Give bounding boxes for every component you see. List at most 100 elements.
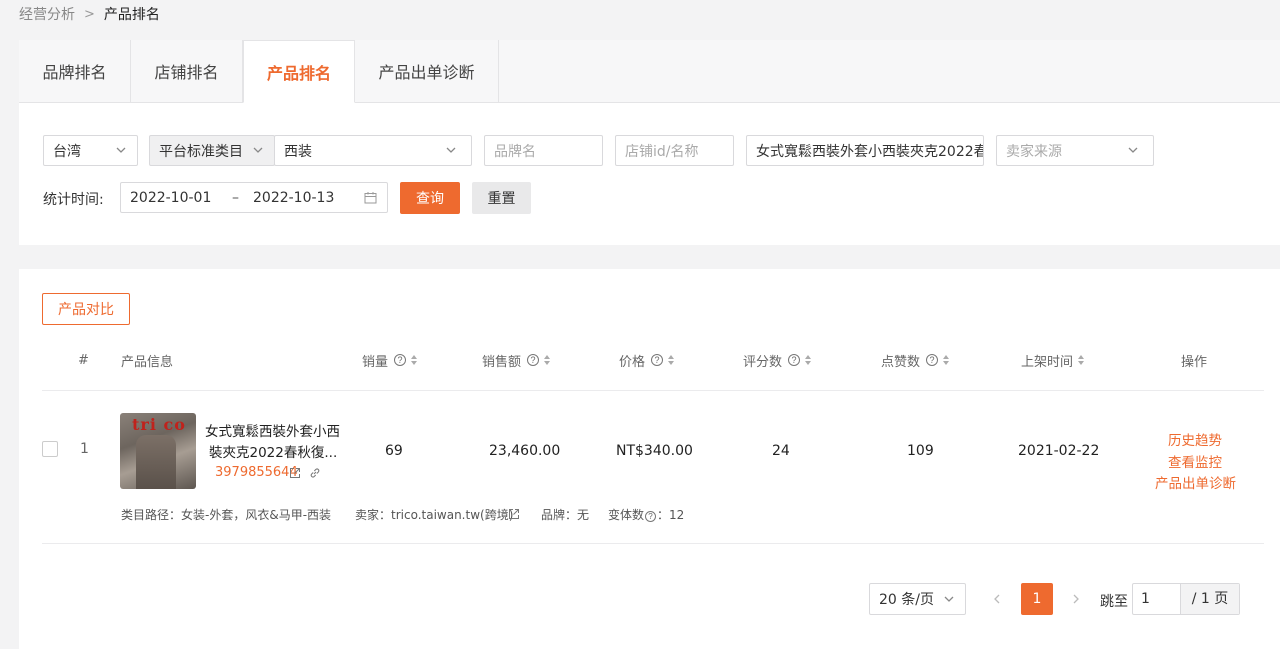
jump-label: 跳至 (1100, 594, 1128, 610)
history-trend-link[interactable]: 历史趋势 (1168, 429, 1222, 449)
sort-icon[interactable] (411, 354, 418, 366)
thumbnail-figure (136, 435, 176, 489)
tab-brand-ranking[interactable]: 品牌排名 (19, 40, 131, 103)
jump-input-group: 1 / 1 页 (1132, 583, 1240, 615)
category-type-value: 平台标准类目 (159, 143, 243, 160)
page-size-select[interactable]: 20 条/页 (869, 583, 966, 615)
help-icon[interactable]: ? (926, 354, 939, 366)
variants-info: 变体数? ：12 (608, 506, 684, 523)
column-sales-label: 销量 (362, 354, 389, 370)
external-link-icon[interactable] (289, 467, 301, 479)
link-icon[interactable] (309, 467, 321, 479)
product-title-line1[interactable]: 女式寬鬆西裝外套小西 (205, 420, 340, 440)
tab-product-ranking[interactable]: 产品排名 (243, 40, 355, 103)
next-page-icon[interactable] (1070, 593, 1082, 605)
region-select[interactable]: 台湾 (43, 135, 138, 166)
column-ratings[interactable]: 评分数 ? (743, 351, 812, 370)
category-select[interactable]: 西装 (274, 135, 472, 166)
query-button[interactable]: 查询 (400, 182, 460, 214)
column-product: 产品信息 (121, 354, 174, 370)
chevron-down-icon (253, 147, 263, 153)
thumbnail-brand-logo: tri co (132, 415, 186, 434)
breadcrumb-separator: > (84, 6, 95, 22)
external-link-icon[interactable] (508, 508, 520, 520)
breadcrumb-parent[interactable]: 经营分析 (19, 4, 75, 24)
sort-icon[interactable] (805, 354, 812, 366)
page-1-button[interactable]: 1 (1021, 583, 1053, 615)
product-thumbnail[interactable]: tri co (120, 413, 196, 489)
seller-source-placeholder: 卖家来源 (1006, 143, 1062, 160)
column-listed[interactable]: 上架时间 (1021, 351, 1085, 370)
date-start[interactable]: 2022-10-01 (130, 190, 211, 206)
seller-info[interactable]: 卖家：trico.taiwan.tw(跨境) (355, 506, 513, 523)
tab-product-diagnosis[interactable]: 产品出单诊断 (355, 40, 499, 103)
column-revenue[interactable]: 销售额 ? (482, 351, 551, 370)
filter-panel: 台湾 平台标准类目 西装 品牌名 店铺id/名称 女式寬鬆西裝外套小西裝夾克20… (19, 103, 1280, 245)
column-listed-label: 上架时间 (1021, 354, 1074, 370)
tab-bar: 品牌排名 店铺排名 产品排名 产品出单诊断 (19, 40, 1280, 103)
column-sales[interactable]: 销量 ? (362, 351, 418, 370)
column-ratings-label: 评分数 (743, 354, 783, 370)
page-size-value: 20 条/页 (879, 592, 934, 608)
row-listed-date: 2021-02-22 (1018, 443, 1100, 459)
help-icon[interactable]: ? (651, 354, 664, 366)
row-divider (42, 543, 1264, 544)
date-separator: – (232, 189, 239, 206)
reset-button[interactable]: 重置 (472, 182, 531, 214)
brand-info: 品牌：无 (541, 508, 590, 522)
keyword-input[interactable]: 女式寬鬆西裝外套小西裝夾克2022春 (746, 135, 984, 166)
column-revenue-label: 销售额 (482, 354, 522, 370)
sort-icon[interactable] (1078, 354, 1085, 366)
help-icon[interactable]: ? (788, 354, 801, 366)
date-range-picker[interactable]: 2022-10-01 – 2022-10-13 (120, 182, 388, 213)
sort-icon[interactable] (943, 354, 950, 366)
brand-placeholder: 品牌名 (494, 143, 536, 160)
results-panel: 产品对比 # 产品信息 销量 ? 销售额 ? 价格 ? 评分数 ? 点赞数 ? … (19, 269, 1280, 649)
variants-label: 变体数 (608, 508, 645, 522)
category-type-select[interactable]: 平台标准类目 (149, 135, 275, 166)
column-actions: 操作 (1181, 354, 1208, 370)
help-icon[interactable]: ? (527, 354, 540, 366)
category-value: 西装 (284, 143, 312, 160)
view-monitor-link[interactable]: 查看监控 (1168, 451, 1222, 471)
row-checkbox[interactable] (42, 441, 58, 457)
keyword-value: 女式寬鬆西裝外套小西裝夾克2022春 (756, 143, 984, 160)
region-value: 台湾 (53, 143, 81, 160)
tab-bar-filler (499, 40, 1280, 103)
help-icon[interactable]: ? (394, 354, 407, 366)
variants-value: ：12 (657, 508, 685, 522)
tab-shop-ranking[interactable]: 店铺排名 (131, 40, 243, 103)
sort-icon[interactable] (668, 354, 675, 366)
calendar-icon (364, 192, 377, 204)
brand-input[interactable]: 品牌名 (484, 135, 603, 166)
product-compare-button[interactable]: 产品对比 (42, 293, 130, 325)
column-index: # (78, 352, 89, 368)
date-end[interactable]: 2022-10-13 (253, 190, 334, 206)
chevron-down-icon (446, 147, 456, 153)
row-index: 1 (80, 441, 89, 457)
date-label: 统计时间: (43, 192, 104, 208)
chevron-down-icon (1128, 147, 1138, 153)
jump-page-input[interactable]: 1 (1133, 584, 1181, 614)
breadcrumb-current: 产品排名 (103, 7, 160, 23)
row-sales: 69 (385, 443, 403, 459)
chevron-down-icon (116, 147, 126, 153)
row-price: NT$340.00 (616, 443, 693, 459)
column-price-label: 价格 (619, 354, 646, 370)
shop-placeholder: 店铺id/名称 (625, 143, 699, 160)
help-icon[interactable]: ? (645, 511, 657, 522)
product-title-line2[interactable]: 裝夾克2022春秋復... (209, 441, 337, 461)
row-ratings: 24 (772, 443, 790, 459)
category-path: 类目路径：女装-外套，风衣&马甲-西装 (121, 508, 332, 522)
shop-input[interactable]: 店铺id/名称 (615, 135, 734, 166)
column-likes[interactable]: 点赞数 ? (881, 351, 950, 370)
prev-page-icon[interactable] (991, 593, 1003, 605)
column-price[interactable]: 价格 ? (619, 351, 675, 370)
product-diagnosis-link[interactable]: 产品出单诊断 (1155, 472, 1236, 492)
product-id-link[interactable]: 3979855644 (215, 465, 298, 480)
chevron-down-icon (944, 596, 954, 602)
row-revenue: 23,460.00 (489, 443, 561, 459)
total-pages: / 1 页 (1181, 584, 1239, 614)
sort-icon[interactable] (544, 354, 551, 366)
seller-source-select[interactable]: 卖家来源 (996, 135, 1154, 166)
